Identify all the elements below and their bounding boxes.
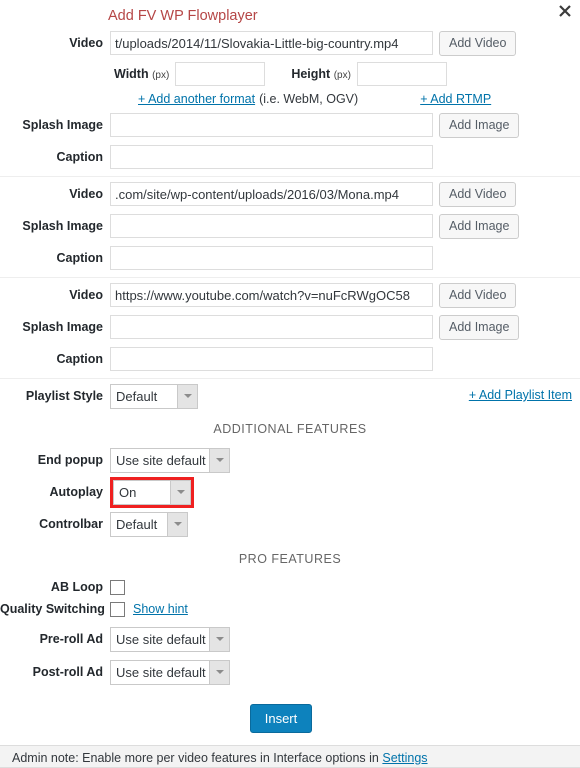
end-popup-label: End popup [37, 453, 103, 467]
preroll-ad-row: Pre-roll Ad Use site default [0, 624, 580, 654]
video-input-1[interactable] [110, 31, 433, 55]
autoplay-label: Autoplay [49, 485, 103, 499]
admin-note-text: Admin note: Enable more per video featur… [12, 751, 379, 765]
video-row-1: Video Add Video [0, 28, 580, 58]
splash-row-2: Splash Image Add Image [0, 211, 580, 241]
playlist-item-2: Video Add Video Splash Image Add Image C… [0, 177, 580, 277]
modal-footer: Insert Admin note: Enable more per video… [0, 704, 580, 768]
splash-input-2[interactable] [110, 214, 433, 238]
splash-label-1: Splash Image [22, 118, 103, 132]
splash-label-2: Splash Image [22, 219, 103, 233]
quality-switching-row: Quality Switching Show hint [0, 598, 580, 620]
video-label-2: Video [69, 187, 103, 201]
caption-label-2: Caption [56, 251, 103, 265]
insert-button[interactable]: Insert [249, 704, 313, 733]
modal-header: Add FV WP Flowplayer [0, 0, 580, 28]
show-hint-link[interactable]: Show hint [133, 602, 188, 616]
video-label-3: Video [69, 288, 103, 302]
playlist-style-select[interactable]: Default [110, 383, 198, 409]
caption-row-2: Caption [0, 243, 580, 273]
additional-features-heading: ADDITIONAL FEATURES [213, 422, 367, 436]
add-playlist-item-wrap: + Add Playlist Item [469, 388, 572, 402]
playlist-style-value: Default [116, 388, 158, 404]
controlbar-select[interactable]: Default [110, 511, 188, 537]
chevron-down-icon [177, 384, 197, 408]
chevron-down-icon [209, 627, 229, 651]
add-video-button-1[interactable]: Add Video [439, 30, 517, 56]
video-input-2[interactable] [110, 182, 433, 206]
video-label-1: Video [69, 36, 103, 50]
playlist-style-row: Playlist Style Default + Add Playlist It… [0, 379, 580, 413]
autoplay-value: On [119, 484, 137, 500]
pro-features-heading: PRO FEATURES [238, 552, 342, 566]
preroll-ad-label: Pre-roll Ad [39, 632, 103, 646]
autoplay-select[interactable]: On [113, 479, 191, 505]
caption-input-3[interactable] [110, 347, 433, 371]
chevron-down-icon [167, 512, 187, 536]
preroll-ad-value: Use site default [116, 631, 206, 647]
add-image-button-1[interactable]: Add Image [439, 112, 520, 138]
autoplay-highlight: On [110, 476, 194, 508]
caption-label-1: Caption [56, 150, 103, 164]
add-rtmp-wrap: + Add RTMP [420, 92, 491, 106]
chevron-down-icon [209, 660, 229, 684]
width-label-1: Width (px) [114, 67, 170, 81]
ab-loop-label: AB Loop [50, 580, 103, 594]
postroll-ad-value: Use site default [116, 664, 206, 680]
end-popup-select[interactable]: Use site default [110, 447, 230, 473]
controlbar-row: Controlbar Default [0, 509, 580, 539]
add-playlist-item-link[interactable]: + Add Playlist Item [469, 388, 572, 402]
video-row-2: Video Add Video [0, 179, 580, 209]
settings-link[interactable]: Settings [382, 751, 427, 765]
preroll-ad-select[interactable]: Use site default [110, 626, 230, 652]
splash-row-3: Splash Image Add Image [0, 312, 580, 342]
splash-input-1[interactable] [110, 113, 433, 137]
playlist-style-label: Playlist Style [25, 389, 103, 403]
video-row-3: Video Add Video [0, 280, 580, 310]
width-input-1[interactable] [175, 62, 266, 86]
splash-input-3[interactable] [110, 315, 433, 339]
autoplay-row: Autoplay On [0, 476, 580, 508]
caption-label-3: Caption [56, 352, 103, 366]
postroll-ad-row: Post-roll Ad Use site default [0, 657, 580, 687]
height-input-1[interactable] [356, 62, 447, 86]
add-another-format-link[interactable]: + Add another format [138, 92, 255, 106]
page-title: Add FV WP Flowplayer [108, 8, 258, 24]
controlbar-label: Controlbar [39, 517, 103, 531]
add-video-button-3[interactable]: Add Video [439, 282, 517, 308]
postroll-ad-select[interactable]: Use site default [110, 659, 230, 685]
ab-loop-row: AB Loop [0, 576, 580, 598]
end-popup-row: End popup Use site default [0, 445, 580, 475]
playlist-item-1: Video Add Video Width (px) Height (px) +… [0, 28, 580, 176]
postroll-ad-label: Post-roll Ad [32, 665, 103, 679]
quality-switching-label: Quality Switching [0, 602, 105, 616]
end-popup-value: Use site default [116, 452, 206, 468]
format-links-row-1: + Add another format (i.e. WebM, OGV) + … [0, 88, 580, 110]
dimensions-row-1: Width (px) Height (px) [0, 60, 580, 88]
admin-note: Admin note: Enable more per video featur… [0, 745, 580, 768]
show-hint-wrap: Show hint [133, 602, 188, 616]
add-image-button-3[interactable]: Add Image [439, 314, 520, 340]
chevron-down-icon [170, 480, 190, 504]
splash-label-3: Splash Image [22, 320, 103, 334]
caption-row-3: Caption [0, 344, 580, 374]
controlbar-value: Default [116, 516, 158, 532]
playlist-item-3: Video Add Video Splash Image Add Image C… [0, 278, 580, 378]
caption-input-1[interactable] [110, 145, 433, 169]
add-format-note: (i.e. WebM, OGV) [259, 92, 359, 106]
chevron-down-icon [209, 448, 229, 472]
caption-row-1: Caption [0, 142, 580, 172]
quality-switching-checkbox[interactable] [110, 601, 125, 617]
close-icon[interactable] [555, 1, 575, 21]
caption-input-2[interactable] [110, 246, 433, 270]
video-input-3[interactable] [110, 283, 433, 307]
add-rtmp-link[interactable]: + Add RTMP [420, 92, 491, 106]
height-label-1: Height (px) [291, 67, 351, 81]
add-image-button-2[interactable]: Add Image [439, 213, 520, 239]
insert-button-wrap: Insert [0, 704, 580, 745]
splash-row-1: Splash Image Add Image [0, 110, 580, 140]
ab-loop-checkbox[interactable] [110, 579, 125, 595]
add-video-button-2[interactable]: Add Video [439, 181, 517, 207]
